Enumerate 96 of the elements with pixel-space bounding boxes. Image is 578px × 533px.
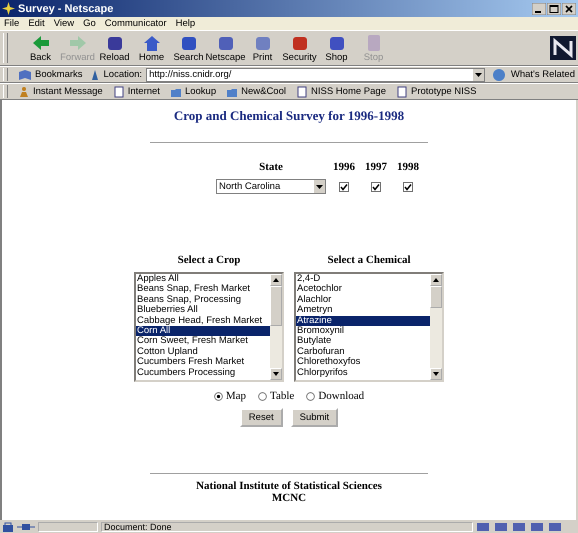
state-label: State xyxy=(258,161,284,173)
crop-option[interactable]: Cotton Upland xyxy=(136,346,270,358)
scroll-thumb[interactable] xyxy=(430,286,442,308)
toolbar-button[interactable]: Print xyxy=(245,34,280,62)
personal-toolbar-button[interactable]: Internet xyxy=(110,86,163,98)
crop-option[interactable]: Cucumbers Fresh Market xyxy=(136,357,270,368)
status-panel xyxy=(38,522,98,532)
toolbar-button[interactable]: Home xyxy=(134,34,169,62)
chemical-option[interactable]: Bromoxynil xyxy=(296,326,430,336)
url-field[interactable]: http://niss.cnidr.org/ xyxy=(146,68,485,82)
footer-text: National Institute of Statistical Sciences xyxy=(196,480,382,492)
year-checkbox[interactable] xyxy=(371,182,381,192)
dropdown-arrow-icon xyxy=(316,184,323,188)
chemical-list-label: Select a Chemical xyxy=(327,254,411,266)
scroll-down-arrow-icon xyxy=(273,372,279,376)
footer-text: MCNC xyxy=(272,492,306,504)
year-checkbox[interactable] xyxy=(403,182,413,192)
chemical-option[interactable]: Alachlor xyxy=(296,294,430,306)
chemical-option[interactable]: Chlorethoxyfos xyxy=(296,357,430,368)
scrollbar[interactable] xyxy=(430,274,442,380)
form-button[interactable]: Submit xyxy=(290,408,338,427)
year-checkbox[interactable] xyxy=(339,182,349,192)
bookmarks-button[interactable]: Bookmarks xyxy=(15,68,86,80)
back-arrow-icon xyxy=(30,34,50,52)
chemical-option[interactable]: Butylate xyxy=(296,336,430,347)
chemical-listbox[interactable]: 2,4-D Acetochlor Alachlor Ametryn Atrazine Bromoxynil Butylate Carbofuran Chlorethoxyfos Chlorpyrifos xyxy=(294,272,444,382)
chemical-option[interactable]: Ametryn xyxy=(296,305,430,316)
menu-item[interactable]: View xyxy=(54,18,74,29)
netscape-star-icon xyxy=(2,2,15,15)
bookmark-page-icon xyxy=(112,86,125,98)
chemical-option[interactable]: 2,4-D xyxy=(296,274,430,284)
forward-arrow-icon xyxy=(68,34,88,52)
scroll-up-arrow-icon xyxy=(433,278,439,282)
person-icon xyxy=(18,86,30,98)
location-label: Location: xyxy=(104,69,142,80)
personal-toolbar-button[interactable]: Instant Message xyxy=(15,86,106,98)
radio-label: Download xyxy=(318,390,364,402)
menu-item[interactable]: Communicator xyxy=(104,18,167,29)
chemical-option[interactable]: Acetochlor xyxy=(296,284,430,295)
chemical-option[interactable]: Carbofuran xyxy=(296,346,430,358)
crop-option[interactable]: Cucumbers Processing xyxy=(136,368,270,378)
whats-related-button[interactable]: What's Related xyxy=(488,68,578,82)
toolbar-button[interactable]: Shop xyxy=(319,34,354,62)
year-label: 1996 xyxy=(332,161,356,173)
maximize-button[interactable] xyxy=(547,2,561,14)
crop-option[interactable]: Corn Sweet, Fresh Market xyxy=(136,336,270,347)
scroll-up-arrow-icon xyxy=(273,278,279,282)
crop-option[interactable]: Beans Snap, Fresh Market xyxy=(136,284,270,295)
toolbar-button[interactable]: Reload xyxy=(97,34,132,62)
scroll-down-arrow-icon xyxy=(433,372,439,376)
state-dropdown[interactable]: North Carolina xyxy=(216,179,326,194)
chemical-option[interactable]: Atrazine xyxy=(296,316,430,326)
form-button[interactable]: Reset xyxy=(240,408,283,427)
bookmarks-icon xyxy=(18,68,32,80)
connection-plug-icon xyxy=(17,522,35,532)
personal-toolbar-button[interactable]: Prototype NISS xyxy=(392,86,480,98)
minimize-button[interactable] xyxy=(532,2,546,14)
radio-label: Map xyxy=(226,390,246,402)
toolbar-button[interactable]: Security xyxy=(282,34,317,62)
close-button[interactable] xyxy=(562,2,576,14)
dropdown-arrow-icon xyxy=(474,72,482,76)
chemical-option[interactable]: Chlorpyrifos xyxy=(296,368,430,378)
menu-item[interactable]: Go xyxy=(83,18,96,29)
menu-item[interactable]: File xyxy=(4,18,20,29)
menu-item[interactable]: Edit xyxy=(28,18,45,29)
toolbar-button[interactable]: Search xyxy=(171,34,206,62)
page-title: Crop and Chemical Survey for 1996-1998 xyxy=(174,108,404,124)
netscape-logo-icon xyxy=(550,36,576,60)
status-text: Document: Done xyxy=(101,522,473,532)
window-title: Survey - Netscape xyxy=(18,2,114,14)
bookmark-page-icon xyxy=(396,86,408,98)
crop-option[interactable]: Cabbage Head, Fresh Market xyxy=(136,316,270,326)
scroll-thumb[interactable] xyxy=(270,286,282,326)
radio-label: Table xyxy=(270,390,294,402)
radio-button[interactable] xyxy=(214,392,223,400)
bookmark-page-icon xyxy=(296,86,308,98)
globe-icon xyxy=(492,68,508,82)
crop-option[interactable]: Apples All xyxy=(136,274,270,284)
menu-item[interactable]: Help xyxy=(176,18,196,29)
toolbar-button[interactable]: Back xyxy=(23,34,58,62)
crop-option[interactable]: Corn All xyxy=(136,326,270,336)
year-label: 1997 xyxy=(364,161,388,173)
crop-list-label: Select a Crop xyxy=(178,254,240,266)
toolbar-button[interactable]: Netscape xyxy=(208,34,243,62)
year-label: 1998 xyxy=(396,161,420,173)
personal-toolbar-button[interactable]: Lookup xyxy=(166,86,220,98)
crop-option[interactable]: Beans Snap, Processing xyxy=(136,294,270,306)
crop-option[interactable]: Blueberries All xyxy=(136,305,270,316)
location-icon xyxy=(90,68,100,80)
crop-listbox[interactable]: Apples All Beans Snap, Fresh Market Beans Snap, Processing Blueberries All Cabbage Head, Fresh Market Corn All Corn Sweet, Fresh Market Cotton Upland Cucumbers Fresh Market Cucumbers Processing xyxy=(134,272,284,382)
radio-button[interactable] xyxy=(258,392,268,400)
personal-toolbar-button[interactable]: NISS Home Page xyxy=(293,86,389,98)
scrollbar[interactable] xyxy=(270,274,282,380)
personal-toolbar-button[interactable]: New&Cool xyxy=(223,86,289,98)
radio-button[interactable] xyxy=(306,392,316,400)
house-icon xyxy=(142,34,162,52)
